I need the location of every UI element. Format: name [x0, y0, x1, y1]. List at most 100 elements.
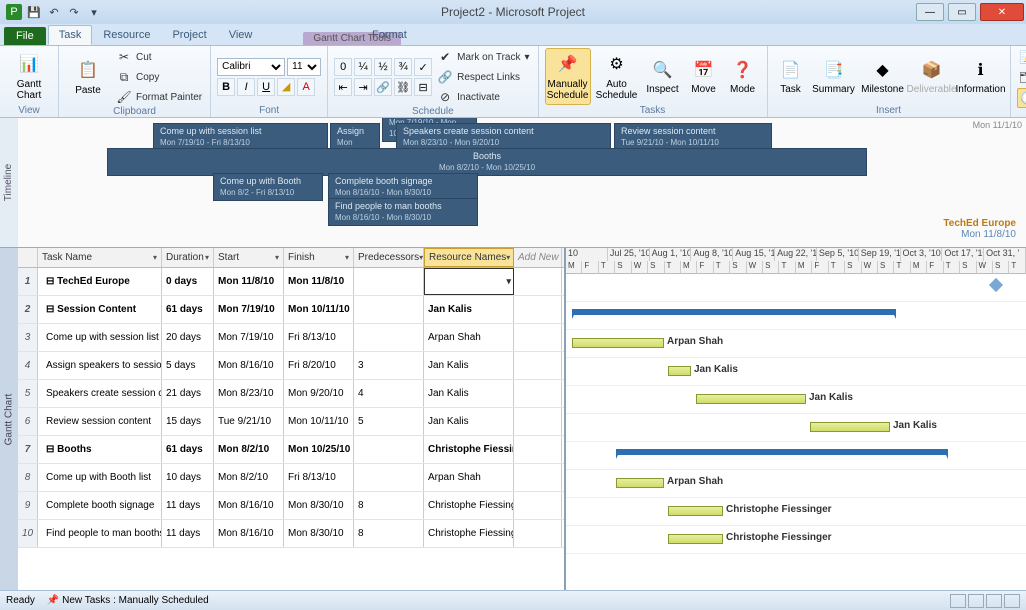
view1-icon[interactable] [950, 594, 966, 608]
table-row[interactable]: 8Come up with Booth list10 daysMon 8/2/1… [18, 464, 564, 492]
grid-header: Task Name▾ Duration▾ Start▾ Finish▾ Pred… [18, 248, 564, 268]
timeline-milestone: TechEd Europe Mon 11/8/10 [943, 218, 1016, 240]
gantt-bar[interactable]: Christophe Fiessinger [668, 506, 723, 516]
outdent-button[interactable]: ⇤ [334, 78, 352, 96]
italic-button[interactable]: I [237, 78, 255, 96]
qat-dropdown-icon[interactable]: ▾ [86, 4, 102, 20]
details-button[interactable]: 🗂Details [1017, 68, 1026, 86]
gantt-bar[interactable] [616, 449, 948, 455]
tab-task[interactable]: Task [48, 25, 93, 45]
link-button[interactable]: 🔗 [374, 78, 392, 96]
gantt-bar[interactable]: Jan Kalis [668, 366, 691, 376]
split-button[interactable]: ⊟ [414, 78, 432, 96]
details-icon: 🗂 [1019, 69, 1026, 85]
timeline-bar[interactable]: Come up with session listMon 7/19/10 - F… [153, 123, 328, 151]
gantt-bar[interactable] [572, 309, 896, 315]
mode-button[interactable]: ❓Mode [725, 48, 761, 105]
gantt-bar[interactable]: Jan Kalis [810, 422, 890, 432]
gantt-bar[interactable]: Jan Kalis [696, 394, 806, 404]
summary-button[interactable]: 📑Summary [811, 48, 857, 105]
tab-format[interactable]: Format [361, 25, 418, 45]
pct25-button[interactable]: ¼ [354, 58, 372, 76]
underline-button[interactable]: U [257, 78, 275, 96]
minimize-button[interactable]: — [916, 3, 944, 21]
mark-on-track-button[interactable]: ✔Mark on Track▾ [435, 48, 531, 66]
manually-schedule-button[interactable]: 📌Manually Schedule [545, 48, 591, 105]
col-taskname[interactable]: Task Name▾ [38, 248, 162, 267]
col-finish[interactable]: Finish▾ [284, 248, 354, 267]
table-row[interactable]: 10Find people to man booths11 daysMon 8/… [18, 520, 564, 548]
cut-button[interactable]: ✂Cut [114, 48, 204, 66]
table-row[interactable]: 7⊟ Booths61 daysMon 8/2/10Mon 10/25/10Ch… [18, 436, 564, 464]
font-size-select[interactable]: 11 [287, 58, 321, 76]
table-row[interactable]: 1⊟ TechEd Europe0 daysMon 11/8/10Mon 11/… [18, 268, 564, 296]
pct0-button[interactable]: 0 [334, 58, 352, 76]
chart-row: Arpan Shah [566, 330, 1026, 358]
table-row[interactable]: 4Assign speakers to sessions5 daysMon 8/… [18, 352, 564, 380]
fill-color-button[interactable]: ◢ [277, 78, 295, 96]
auto-schedule-button[interactable]: ⚙Auto Schedule [594, 48, 640, 105]
move-button[interactable]: 📅Move [686, 48, 722, 105]
tab-view[interactable]: View [218, 25, 264, 45]
respect-links-button[interactable]: 🔗Respect Links [435, 68, 531, 86]
col-predecessors[interactable]: Predecessors▾ [354, 248, 424, 267]
col-resource-names[interactable]: Resource Names▾ [424, 248, 514, 267]
inspect-button[interactable]: 🔍Inspect [643, 48, 683, 105]
close-button[interactable]: ✕ [980, 3, 1024, 21]
pct50-button[interactable]: ½ [374, 58, 392, 76]
information-button[interactable]: ℹInformation [958, 48, 1004, 105]
notes-button[interactable]: 📝Notes [1017, 48, 1026, 66]
qat-undo-icon[interactable]: ↶ [46, 4, 62, 20]
milestone-marker[interactable] [989, 278, 1003, 292]
table-row[interactable]: 5Speakers create session content21 daysM… [18, 380, 564, 408]
view-shortcuts[interactable] [950, 594, 1020, 608]
copy-icon: ⧉ [116, 69, 132, 85]
gantt-chart-button[interactable]: 📊Gantt Chart [6, 48, 52, 105]
file-tab[interactable]: File [4, 27, 46, 45]
grid-body[interactable]: 1⊟ TechEd Europe0 daysMon 11/8/10Mon 11/… [18, 268, 564, 590]
font-name-select[interactable]: Calibri [217, 58, 285, 76]
tab-resource[interactable]: Resource [92, 25, 161, 45]
qat-save-icon[interactable]: 💾 [26, 4, 42, 20]
milestone-button[interactable]: ◆Milestone [860, 48, 906, 105]
gantt-bar[interactable]: Arpan Shah [616, 478, 664, 488]
timeline-bar[interactable]: AssignMon [330, 123, 380, 151]
timeline-bar[interactable]: BoothsMon 8/2/10 - Mon 10/25/10 [107, 148, 867, 176]
maximize-button[interactable]: ▭ [948, 3, 976, 21]
pct75-button[interactable]: ¾ [394, 58, 412, 76]
font-color-button[interactable]: A [297, 78, 315, 96]
view3-icon[interactable] [986, 594, 1002, 608]
timeline-bar[interactable]: Find people to man boothsMon 8/16/10 - M… [328, 198, 478, 226]
col-duration[interactable]: Duration▾ [162, 248, 214, 267]
timeline-bar[interactable]: Come up with BoothMon 8/2 - Fri 8/13/10 [213, 173, 323, 201]
chart-body[interactable]: Arpan Shah Jan Kalis Jan Kalis Jan Kalis Arp… [566, 274, 1026, 590]
pin-icon: 📌 [556, 53, 580, 77]
table-row[interactable]: 2⊟ Session Content61 daysMon 7/19/10Mon … [18, 296, 564, 324]
qat-redo-icon[interactable]: ↷ [66, 4, 82, 20]
table-row[interactable]: 3Come up with session list20 daysMon 7/1… [18, 324, 564, 352]
format-painter-button[interactable]: 🖌Format Painter [114, 88, 204, 106]
gantt-bar[interactable]: Christophe Fiessinger [668, 534, 723, 544]
timeline-bar[interactable]: Speakers create session contentMon 8/23/… [396, 123, 611, 151]
add-to-timeline-button[interactable]: 🕒Add to Timeline [1017, 88, 1026, 108]
bold-button[interactable]: B [217, 78, 235, 96]
tab-project[interactable]: Project [161, 25, 217, 45]
table-row[interactable]: 6Review session content15 daysTue 9/21/1… [18, 408, 564, 436]
view4-icon[interactable] [1004, 594, 1020, 608]
unlink-button[interactable]: ⛓ [394, 78, 412, 96]
gantt-bar[interactable]: Arpan Shah [572, 338, 664, 348]
pct100-button[interactable]: ✓ [414, 58, 432, 76]
copy-button[interactable]: ⧉Copy [114, 68, 204, 86]
col-start[interactable]: Start▾ [214, 248, 284, 267]
deliverable-button[interactable]: 📦Deliverable [909, 48, 955, 105]
timeline-bar[interactable]: Review session contentTue 9/21/10 - Mon … [614, 123, 772, 151]
task-button[interactable]: 📄Task [774, 48, 808, 105]
inactivate-button[interactable]: ⊘Inactivate [435, 88, 531, 106]
indent-button[interactable]: ⇥ [354, 78, 372, 96]
table-row[interactable]: 9Complete booth signage11 daysMon 8/16/1… [18, 492, 564, 520]
view2-icon[interactable] [968, 594, 984, 608]
col-add-new[interactable]: Add New [514, 248, 562, 267]
col-id[interactable] [18, 248, 38, 267]
timeline-bar[interactable]: Complete booth signageMon 8/16/10 - Mon … [328, 173, 478, 201]
paste-button[interactable]: 📋Paste [65, 48, 111, 106]
